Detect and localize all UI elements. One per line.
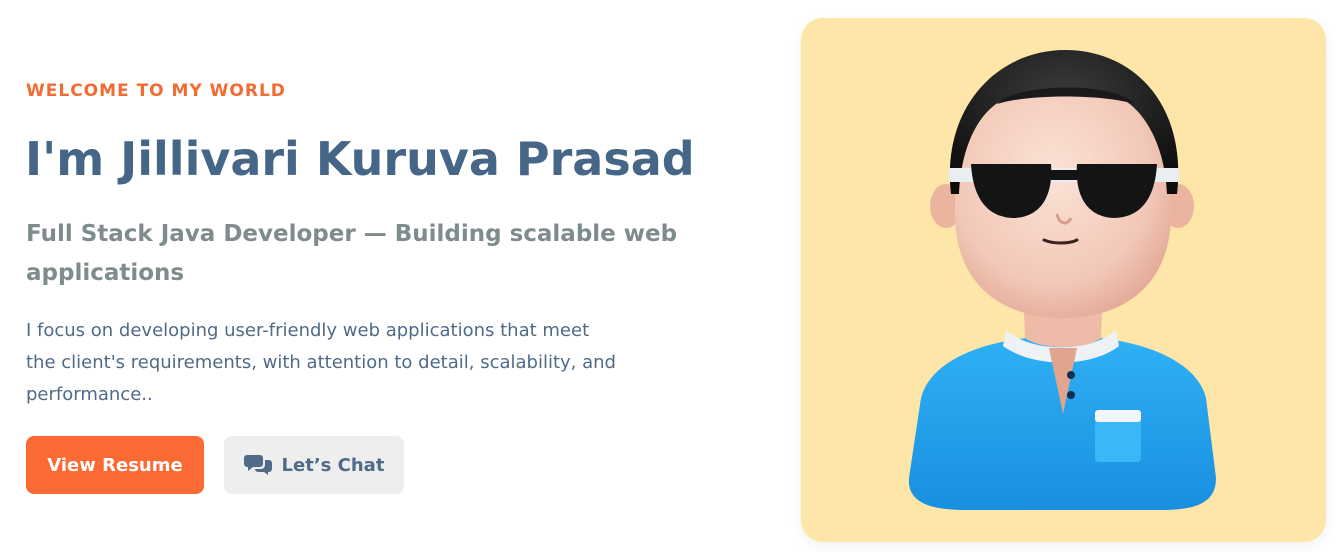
avatar-illustration	[908, 50, 1216, 510]
hero-section: WELCOME TO MY WORLD I'm Jillivari Kuruva…	[0, 0, 1341, 552]
page-title: I'm Jillivari Kuruva Prasad	[25, 132, 695, 186]
comments-icon	[243, 454, 272, 476]
hero-subtitle: Full Stack Java Developer — Building sca…	[26, 221, 678, 286]
welcome-eyebrow: WELCOME TO MY WORLD	[26, 81, 286, 101]
lets-chat-button[interactable]: Let’s Chat	[224, 436, 404, 494]
lets-chat-label: Let’s Chat	[281, 454, 385, 476]
view-resume-button[interactable]: View Resume	[26, 436, 204, 494]
hero-description: I focus on developing user-friendly web …	[26, 320, 616, 405]
avatar-card	[801, 18, 1326, 542]
view-resume-label: View Resume	[47, 454, 183, 476]
